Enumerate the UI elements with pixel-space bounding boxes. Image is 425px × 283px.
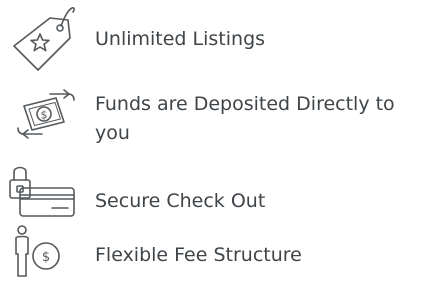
feature-secure-checkout: Secure Check Out <box>0 160 425 220</box>
money-transfer-arrows-icon: $ <box>16 88 76 140</box>
price-tag-star-icon <box>10 6 76 72</box>
feature-flexible-fee: $ Flexible Fee Structure <box>0 222 425 282</box>
feature-label: Unlimited Listings <box>95 28 266 50</box>
person-dollar-coin-icon: $ <box>12 224 72 280</box>
svg-text:$: $ <box>42 250 50 265</box>
feature-list: { "features": [ { "icon": "price-tag-sta… <box>0 0 425 283</box>
feature-label: Secure Check Out <box>95 190 266 212</box>
padlock-credit-card-icon <box>8 162 78 220</box>
svg-text:$: $ <box>41 109 48 122</box>
feature-label: Flexible Fee Structure <box>95 244 302 266</box>
feature-label: Funds are Deposited Directly to you <box>95 93 395 144</box>
feature-unlimited-listings: Unlimited Listings <box>0 0 425 80</box>
feature-funds-deposited: $ Funds are Deposited Directly to you <box>0 82 425 154</box>
